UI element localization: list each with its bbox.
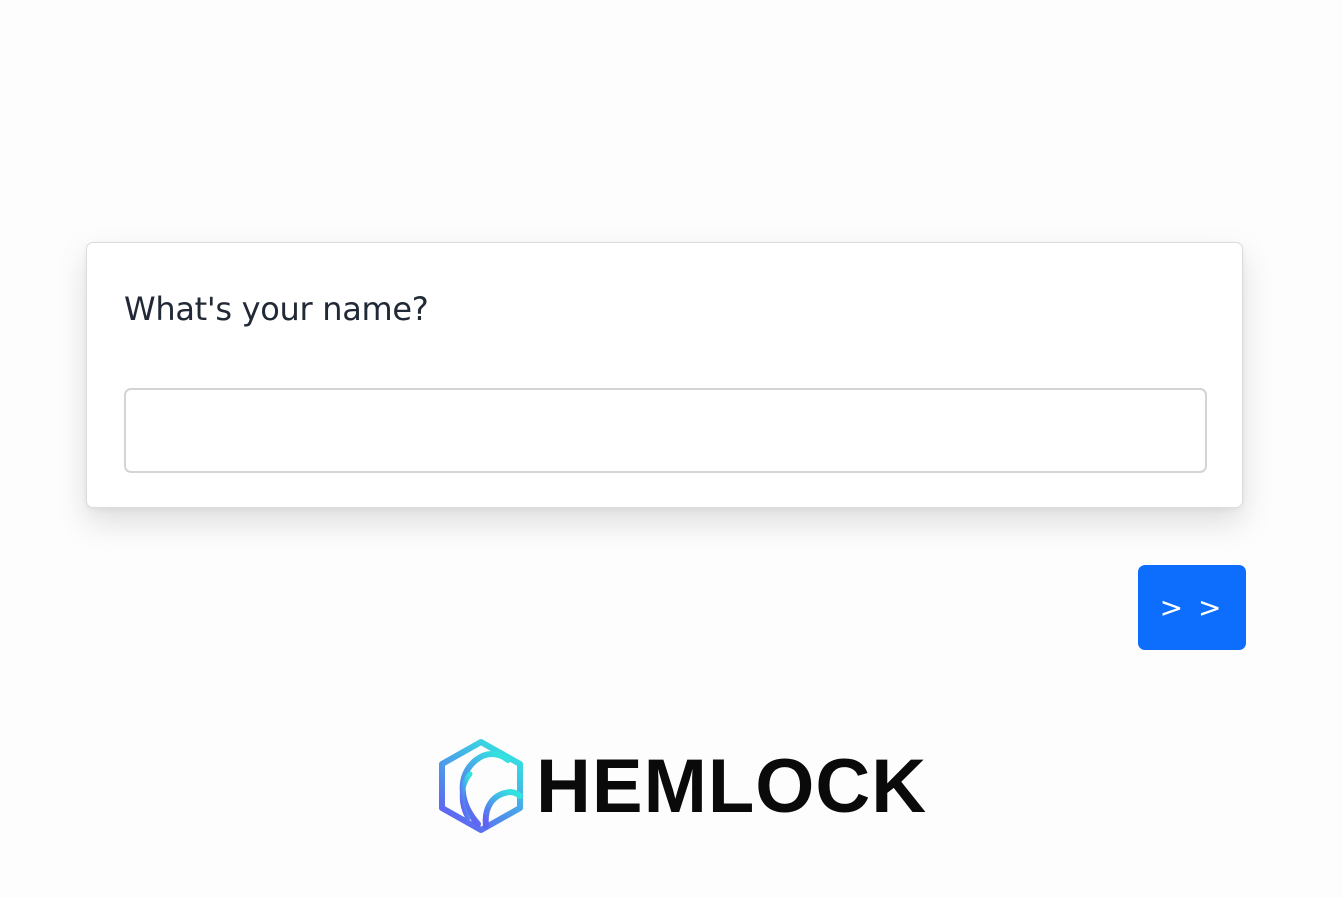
question-label: What's your name? <box>124 290 429 328</box>
name-input[interactable] <box>124 388 1207 473</box>
next-button[interactable]: > > <box>1138 565 1246 650</box>
hemlock-hexagon-logo-icon <box>439 739 523 833</box>
hemlock-logo: HEMLOCK <box>438 738 926 834</box>
question-card: What's your name? <box>86 242 1243 508</box>
brand-name: HEMLOCK <box>536 744 928 829</box>
